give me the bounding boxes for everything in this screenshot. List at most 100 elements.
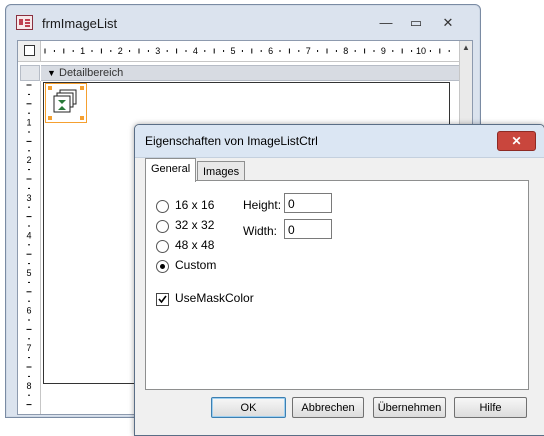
ruler-tick [401, 48, 403, 54]
radio-32[interactable] [156, 220, 169, 233]
radio-16-label: 16 x 16 [175, 198, 215, 212]
height-label: Height: [243, 198, 282, 212]
vruler-tick [28, 187, 30, 189]
ruler-tick [429, 50, 431, 52]
radio-custom[interactable] [156, 260, 169, 273]
vruler-number: 1 [26, 118, 31, 128]
ok-button[interactable]: OK [211, 397, 286, 418]
dialog-close-button[interactable]: ✕ [497, 131, 536, 151]
scroll-up-icon[interactable]: ▲ [462, 43, 470, 52]
vruler-tick [28, 169, 30, 171]
vruler-tick [28, 225, 30, 227]
vruler-tick [26, 84, 32, 86]
vertical-ruler[interactable]: 1 2 3 4 5 6 7 8 [18, 81, 41, 414]
form-icon [16, 15, 33, 30]
width-field[interactable]: 0 [284, 219, 332, 239]
ruler-number: 8 [343, 46, 348, 56]
ruler-tick [91, 50, 93, 52]
vruler-tick [28, 150, 30, 152]
ruler-tick [213, 48, 215, 54]
ruler-number: 10 [416, 46, 426, 56]
ruler-tick [241, 50, 243, 52]
ruler-tick [279, 50, 281, 52]
ruler-tick [439, 48, 441, 54]
vruler-tick [26, 140, 32, 142]
ruler-tick [326, 48, 328, 54]
ruler-number: 2 [118, 46, 123, 56]
radio-48-label: 48 x 48 [175, 238, 215, 252]
tab-panel-general: 16 x 16 32 x 32 48 x 48 Custom Height: 0… [145, 180, 529, 390]
dialog-title: Eigenschaften von ImageListCtrl [145, 134, 318, 148]
ruler-tick [129, 50, 131, 52]
imagelist-icon [48, 86, 84, 120]
minimize-button[interactable]: — [374, 14, 398, 32]
cancel-button[interactable]: Abbrechen [292, 397, 364, 418]
vruler-number: 7 [26, 343, 31, 353]
vruler-tick [28, 375, 30, 377]
ruler-corner[interactable] [18, 41, 41, 62]
vruler-tick [28, 93, 30, 95]
ruler-tick [53, 50, 55, 52]
vruler-number: 2 [26, 155, 31, 165]
ruler-number: 7 [306, 46, 311, 56]
usemaskcolor-label: UseMaskColor [175, 291, 254, 305]
ruler-tick [223, 50, 225, 52]
section-bar[interactable]: ▼ Detailbereich [41, 65, 459, 81]
vruler-tick [26, 291, 32, 293]
tab-general[interactable]: General [145, 158, 197, 182]
vruler-number: 5 [26, 268, 31, 278]
check-icon [158, 295, 167, 304]
ruler-tick [63, 48, 65, 54]
ruler-tick [373, 50, 375, 52]
ruler-tick [251, 48, 253, 54]
window-title: frmImageList [42, 16, 118, 31]
apply-button[interactable]: Übernehmen [373, 397, 446, 418]
vruler-number: 3 [26, 193, 31, 203]
select-form-box[interactable] [24, 45, 35, 56]
ruler-tick [44, 48, 46, 54]
ruler-number: 6 [268, 46, 273, 56]
ruler-tick [176, 48, 178, 54]
restore-button[interactable]: ▭ [404, 14, 428, 32]
ruler-tick [411, 50, 413, 52]
vruler-tick [26, 404, 32, 406]
help-button[interactable]: Hilfe [454, 397, 527, 418]
ruler-tick [100, 48, 102, 54]
imagelist-control[interactable] [45, 83, 87, 123]
section-selector[interactable] [20, 65, 40, 81]
tab-images[interactable]: Images [197, 161, 246, 182]
vruler-tick [26, 178, 32, 180]
ruler-tick [204, 50, 206, 52]
ruler-tick [392, 50, 394, 52]
width-label: Width: [243, 224, 278, 238]
radio-48[interactable] [156, 240, 169, 253]
vruler-tick [26, 328, 32, 330]
vruler-tick [28, 394, 30, 396]
usemaskcolor-checkbox[interactable] [156, 293, 169, 306]
vruler-number: 6 [26, 306, 31, 316]
ruler-tick [354, 50, 356, 52]
vruler-tick [28, 319, 30, 321]
vruler-tick [28, 206, 30, 208]
close-button[interactable]: ✕ [436, 14, 460, 32]
radio-custom-label: Custom [175, 258, 217, 272]
vruler-tick [28, 281, 30, 283]
vruler-tick [26, 366, 32, 368]
section-label: Detailbereich [59, 67, 124, 79]
vruler-tick [28, 300, 30, 302]
dialog-titlebar[interactable]: Eigenschaften von ImageListCtrl [135, 125, 544, 158]
vruler-tick [28, 131, 30, 133]
ruler-tick [364, 48, 366, 54]
ruler-tick [448, 50, 450, 52]
radio-32-label: 32 x 32 [175, 218, 215, 232]
ruler-tick [110, 50, 112, 52]
radio-16[interactable] [156, 200, 169, 213]
vruler-number: 4 [26, 230, 31, 240]
properties-dialog: Eigenschaften von ImageListCtrl ✕ Genera… [134, 124, 544, 436]
vruler-tick [26, 103, 32, 105]
ruler-tick [317, 50, 319, 52]
ruler-number: 4 [193, 46, 198, 56]
height-field[interactable]: 0 [284, 193, 332, 213]
horizontal-ruler[interactable]: 1 2 3 4 5 6 7 8 9 10 [41, 41, 459, 62]
ruler-tick [185, 50, 187, 52]
